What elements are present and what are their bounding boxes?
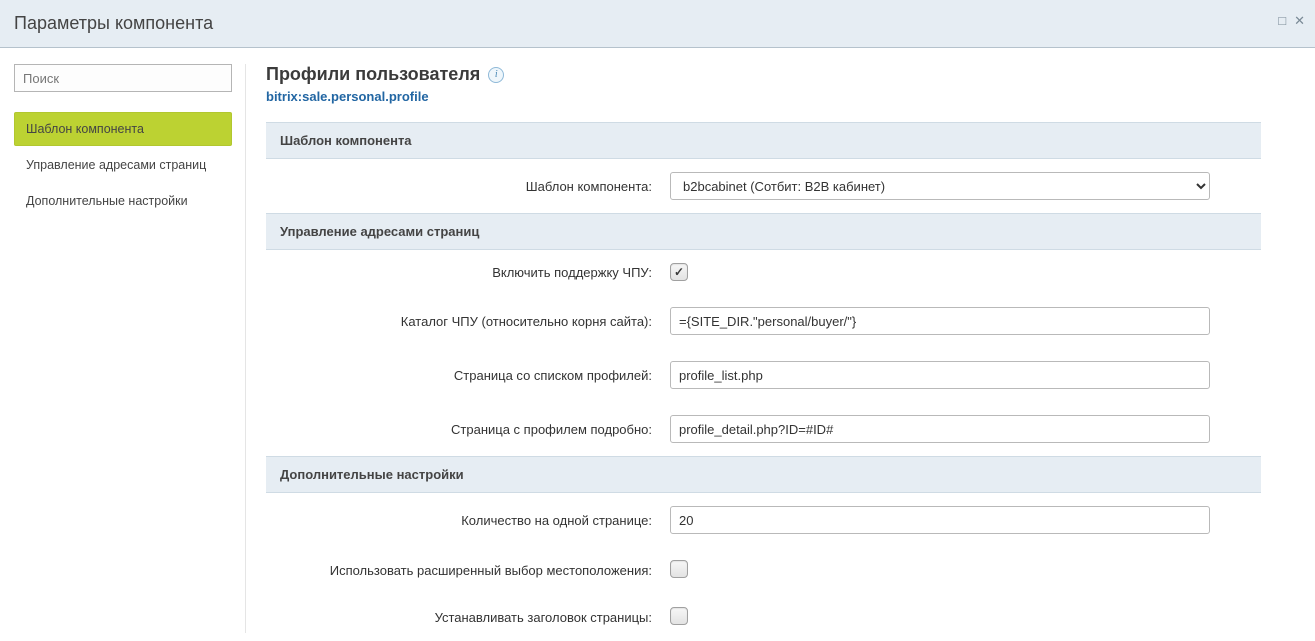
page-head: Профили пользователя i bitrix:sale.perso… [266,64,1261,104]
input-detail-page[interactable] [670,415,1210,443]
sidebar: Шаблон компонента Управление адресами ст… [14,64,246,633]
component-path: bitrix:sale.personal.profile [266,89,1261,104]
checkbox-set-title[interactable] [670,607,688,625]
search-input[interactable] [14,64,232,92]
row-sef-enable: Включить поддержку ЧПУ: [266,250,1261,294]
close-icon[interactable]: ✕ [1294,14,1305,27]
row-detail-page: Страница с профилем подробно: [266,402,1261,456]
input-per-page[interactable] [670,506,1210,534]
sidebar-item-extra[interactable]: Дополнительные настройки [14,184,232,218]
select-template[interactable]: b2bcabinet (Сотбит: B2B кабинет) [670,172,1210,200]
section-header-extra: Дополнительные настройки [266,456,1261,493]
row-sef-folder: Каталог ЧПУ (относительно корня сайта): [266,294,1261,348]
main: Профили пользователя i bitrix:sale.perso… [266,64,1301,633]
info-icon[interactable]: i [488,67,504,83]
input-list-page[interactable] [670,361,1210,389]
label-per-page: Количество на одной странице: [280,513,670,528]
label-set-title: Устанавливать заголовок страницы: [280,610,670,625]
sidebar-item-sef[interactable]: Управление адресами страниц [14,148,232,182]
input-sef-folder[interactable] [670,307,1210,335]
label-list-page: Страница со списком профилей: [280,368,670,383]
section-header-template: Шаблон компонента [266,122,1261,159]
row-template: Шаблон компонента: b2bcabinet (Сотбит: B… [266,159,1261,213]
page-title: Профили пользователя [266,64,480,85]
row-ext-location: Использовать расширенный выбор местополо… [266,547,1261,594]
label-ext-location: Использовать расширенный выбор местополо… [280,563,670,578]
label-detail-page: Страница с профилем подробно: [280,422,670,437]
body: Шаблон компонента Управление адресами ст… [0,48,1315,633]
checkbox-ext-location[interactable] [670,560,688,578]
label-sef-folder: Каталог ЧПУ (относительно корня сайта): [280,314,670,329]
window-controls: □ ✕ [1278,14,1305,27]
window-title: Параметры компонента [14,13,213,34]
row-per-page: Количество на одной странице: [266,493,1261,547]
label-sef-enable: Включить поддержку ЧПУ: [280,265,670,280]
label-template: Шаблон компонента: [280,179,670,194]
row-list-page: Страница со списком профилей: [266,348,1261,402]
checkbox-sef-enable[interactable] [670,263,688,281]
titlebar: Параметры компонента □ ✕ [0,0,1315,48]
row-set-title: Устанавливать заголовок страницы: [266,594,1261,641]
maximize-icon[interactable]: □ [1278,14,1286,27]
section-header-sef: Управление адресами страниц [266,213,1261,250]
sidebar-item-template[interactable]: Шаблон компонента [14,112,232,146]
